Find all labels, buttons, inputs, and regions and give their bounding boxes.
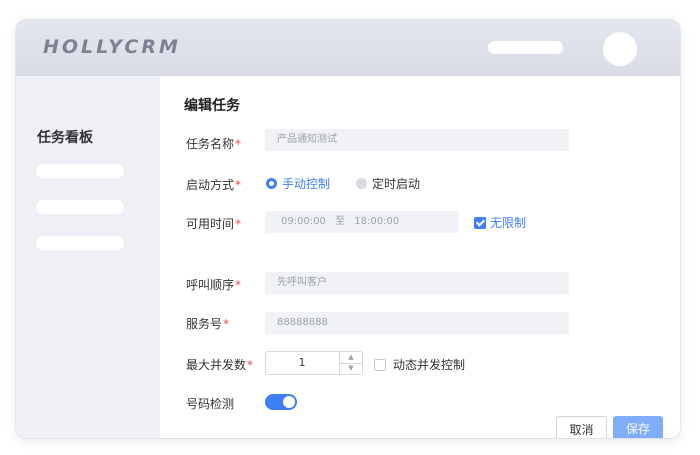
task-name-label: 任务名称*: [186, 137, 242, 151]
stepper-value[interactable]: 1: [266, 352, 338, 374]
cancel-button[interactable]: 取消: [556, 416, 607, 438]
required-mark: *: [247, 358, 254, 372]
radio-unselected-icon: [356, 178, 367, 189]
checkbox-checked-icon: [474, 216, 486, 229]
save-button[interactable]: 保存: [613, 416, 663, 438]
sidebar: 任务看板: [16, 76, 160, 438]
required-mark: *: [223, 317, 230, 331]
required-mark: *: [235, 217, 242, 231]
service-number-input[interactable]: 88888888: [265, 312, 569, 334]
call-order-select[interactable]: 先呼叫客户: [265, 272, 569, 294]
avatar[interactable]: [603, 32, 637, 66]
app-logo: HOLLYCRM: [43, 36, 181, 58]
time-range-input[interactable]: 09:00:00 至 18:00:00: [265, 211, 459, 233]
radio-manual-control[interactable]: 手动控制: [266, 175, 330, 192]
top-bar: HOLLYCRM: [16, 20, 680, 76]
call-order-label: 呼叫顺序*: [186, 278, 242, 292]
max-concurrency-stepper[interactable]: 1 ▲ ▼: [265, 351, 363, 375]
sidebar-item-placeholder[interactable]: [36, 164, 124, 178]
required-mark: *: [235, 278, 242, 292]
page-title: 编辑任务: [184, 98, 240, 114]
task-name-input[interactable]: 产品通知测试: [265, 129, 569, 151]
number-check-label: 号码检测: [186, 397, 235, 411]
radio-scheduled-start[interactable]: 定时启动: [356, 175, 420, 192]
radio-selected-icon: [266, 178, 277, 189]
max-concurrency-label: 最大并发数*: [186, 358, 254, 372]
top-bar-placeholder: [488, 41, 563, 54]
chevron-down-icon[interactable]: ▼: [340, 363, 362, 374]
required-mark: *: [235, 137, 242, 151]
app-window: HOLLYCRM 任务看板 编辑任务 任务名称* 产品通知测试 启动方式* 手动…: [16, 20, 680, 438]
sidebar-item-placeholder[interactable]: [36, 200, 124, 214]
sidebar-title[interactable]: 任务看板: [37, 127, 93, 147]
checkbox-unchecked-icon: [374, 358, 386, 371]
available-time-label: 可用时间*: [186, 217, 242, 231]
start-mode-label: 启动方式*: [186, 178, 242, 192]
number-check-toggle[interactable]: [265, 394, 297, 410]
unlimited-checkbox[interactable]: 无限制: [474, 214, 526, 231]
edit-task-form: 编辑任务 任务名称* 产品通知测试 启动方式* 手动控制 定时启动 可用时间* …: [160, 76, 680, 438]
service-number-label: 服务号*: [186, 317, 230, 331]
dynamic-concurrency-checkbox[interactable]: 动态并发控制: [374, 356, 465, 373]
sidebar-item-placeholder[interactable]: [36, 236, 124, 250]
toggle-knob: [283, 396, 295, 408]
required-mark: *: [235, 178, 242, 192]
